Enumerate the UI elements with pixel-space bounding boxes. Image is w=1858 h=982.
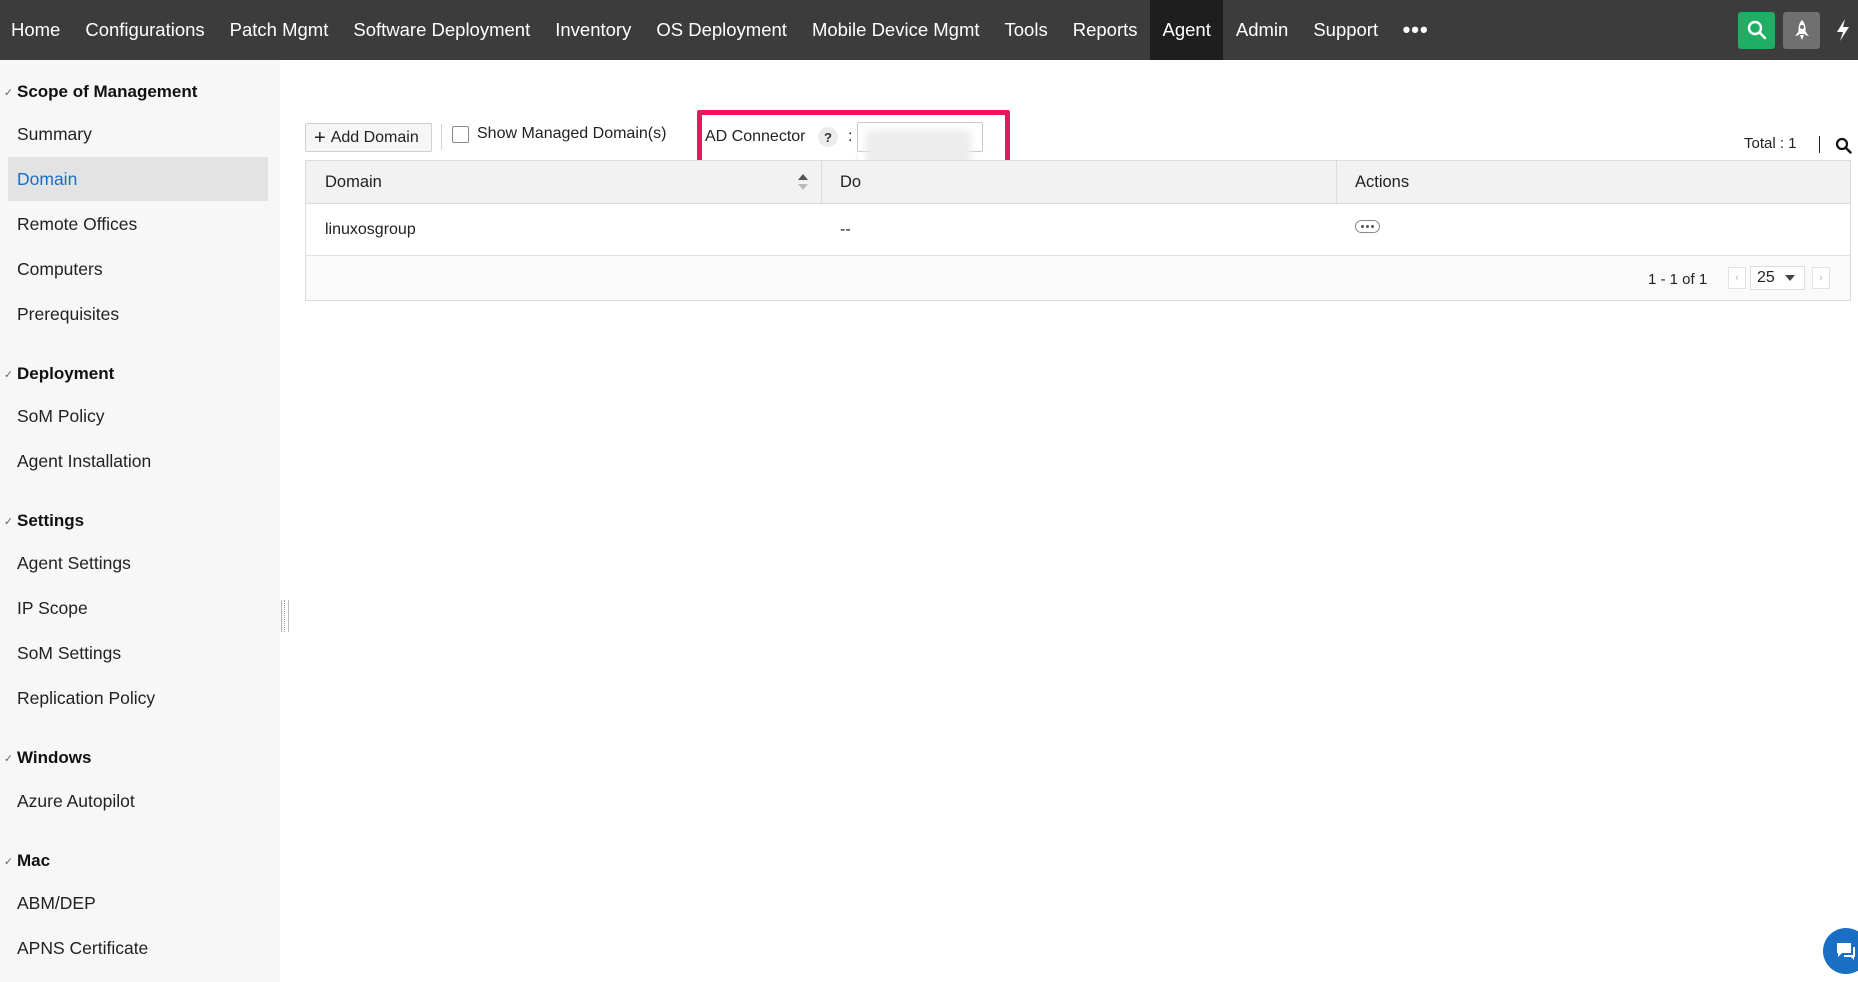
cell-domain: linuxosgroup — [325, 221, 416, 238]
nav-os-deployment[interactable]: OS Deployment — [644, 0, 800, 60]
next-page-icon[interactable]: › — [1812, 267, 1830, 289]
sidebar-item-abm-dep[interactable]: ABM/DEP — [8, 881, 268, 925]
search-icon[interactable] — [1738, 11, 1775, 49]
add-domain-button[interactable]: + Add Domain — [305, 123, 432, 152]
sidebar-group-deployment[interactable]: ✓ Deployment — [0, 364, 114, 384]
show-managed-domains-label: Show Managed Domain(s) — [477, 125, 667, 142]
cell-second: -- — [840, 221, 851, 238]
nav-mobile-device-mgmt[interactable]: Mobile Device Mgmt — [799, 0, 992, 60]
row-actions-icon[interactable] — [1355, 220, 1380, 233]
nav-support[interactable]: Support — [1301, 0, 1391, 60]
chevron-down-icon: ✓ — [3, 515, 14, 528]
chevron-down-icon: ✓ — [3, 86, 14, 99]
chevron-down-icon: ✓ — [3, 855, 14, 868]
nav-inventory[interactable]: Inventory — [543, 0, 644, 60]
sidebar-group-scope-of-management[interactable]: ✓ Scope of Management — [0, 82, 198, 102]
nav-software-deployment[interactable]: Software Deployment — [341, 0, 543, 60]
chat-support-icon[interactable] — [1823, 928, 1858, 974]
sidebar-group-title: Scope of Management — [17, 82, 198, 101]
nav-reports[interactable]: Reports — [1060, 0, 1150, 60]
total-divider — [1819, 136, 1820, 153]
add-domain-label: Add Domain — [330, 128, 419, 146]
rocket-icon[interactable] — [1783, 11, 1820, 49]
sidebar-group-settings[interactable]: ✓ Settings — [0, 511, 84, 531]
ad-connector-colon: : — [848, 128, 853, 145]
sidebar-item-computers[interactable]: Computers — [8, 247, 268, 291]
sidebar-item-summary[interactable]: Summary — [8, 112, 268, 156]
toolbar-divider — [441, 124, 442, 150]
nav-patch-mgmt[interactable]: Patch Mgmt — [217, 0, 341, 60]
table-search-icon[interactable] — [1835, 137, 1852, 159]
column-header-second[interactable]: Do — [821, 161, 1340, 204]
sidebar-item-apns-certificate[interactable]: APNS Certificate — [8, 926, 268, 970]
sidebar-item-som-settings[interactable]: SoM Settings — [8, 631, 268, 675]
sidebar-item-agent-settings[interactable]: Agent Settings — [8, 541, 268, 585]
nav-home[interactable]: Home — [0, 0, 73, 60]
table-header: Domain Do Actions — [306, 161, 1850, 204]
show-managed-domains-toggle[interactable]: Show Managed Domain(s) — [452, 125, 666, 143]
sidebar-group-title: Deployment — [17, 364, 115, 383]
sort-icon[interactable] — [796, 171, 810, 193]
plus-icon: + — [314, 126, 326, 149]
lightning-icon[interactable] — [1828, 11, 1858, 49]
sidebar-group-mac[interactable]: ✓ Mac — [0, 851, 50, 871]
sidebar-resize-handle[interactable] — [281, 600, 289, 632]
sidebar-item-replication-policy[interactable]: Replication Policy — [8, 676, 268, 720]
sidebar-item-prerequisites[interactable]: Prerequisites — [8, 292, 268, 336]
show-managed-domains-checkbox[interactable] — [452, 125, 469, 143]
sidebar-item-domain[interactable]: Domain — [8, 157, 268, 201]
sidebar: ✓ Scope of Management Summary Domain Remo… — [0, 60, 280, 982]
chevron-down-icon: ✓ — [3, 752, 14, 765]
table-row[interactable]: linuxosgroup -- — [306, 204, 1850, 256]
nav-configurations[interactable]: Configurations — [73, 0, 217, 60]
sidebar-group-title: Settings — [17, 511, 85, 530]
page-size-value: 25 — [1757, 269, 1775, 286]
page-size-select[interactable]: 25 — [1750, 266, 1805, 290]
sidebar-group-windows[interactable]: ✓ Windows — [0, 748, 92, 768]
previous-page-icon[interactable]: ‹ — [1728, 267, 1746, 289]
help-icon[interactable]: ? — [818, 127, 838, 147]
sidebar-item-remote-offices[interactable]: Remote Offices — [8, 202, 268, 246]
ad-connector-label: AD Connector — [705, 128, 806, 145]
nav-tools[interactable]: Tools — [992, 0, 1060, 60]
nav-admin[interactable]: Admin — [1223, 0, 1300, 60]
sidebar-group-title: Windows — [17, 748, 92, 767]
sidebar-item-azure-autopilot[interactable]: Azure Autopilot — [8, 779, 268, 823]
column-header-actions: Actions — [1355, 173, 1410, 191]
more-menu-icon[interactable]: ••• — [1391, 0, 1441, 60]
sidebar-item-ip-scope[interactable]: IP Scope — [8, 586, 268, 630]
pagination-range: 1 - 1 of 1 — [1648, 271, 1708, 288]
chevron-down-icon: ✓ — [3, 368, 14, 381]
sidebar-item-som-policy[interactable]: SoM Policy — [8, 394, 268, 438]
nav-agent[interactable]: Agent — [1150, 0, 1224, 60]
sidebar-group-title: Mac — [17, 851, 51, 870]
column-header-domain[interactable]: Domain — [306, 161, 821, 204]
total-count: Total : 1 — [1744, 135, 1797, 152]
sidebar-item-agent-installation[interactable]: Agent Installation — [8, 439, 268, 483]
caret-down-icon — [1784, 275, 1795, 281]
domain-table: Domain Do Actions linuxosgroup -- 1 - 1 … — [305, 160, 1851, 301]
top-navigation-bar: Home Configurations Patch Mgmt Software … — [0, 0, 1858, 60]
top-actions — [1738, 0, 1858, 60]
